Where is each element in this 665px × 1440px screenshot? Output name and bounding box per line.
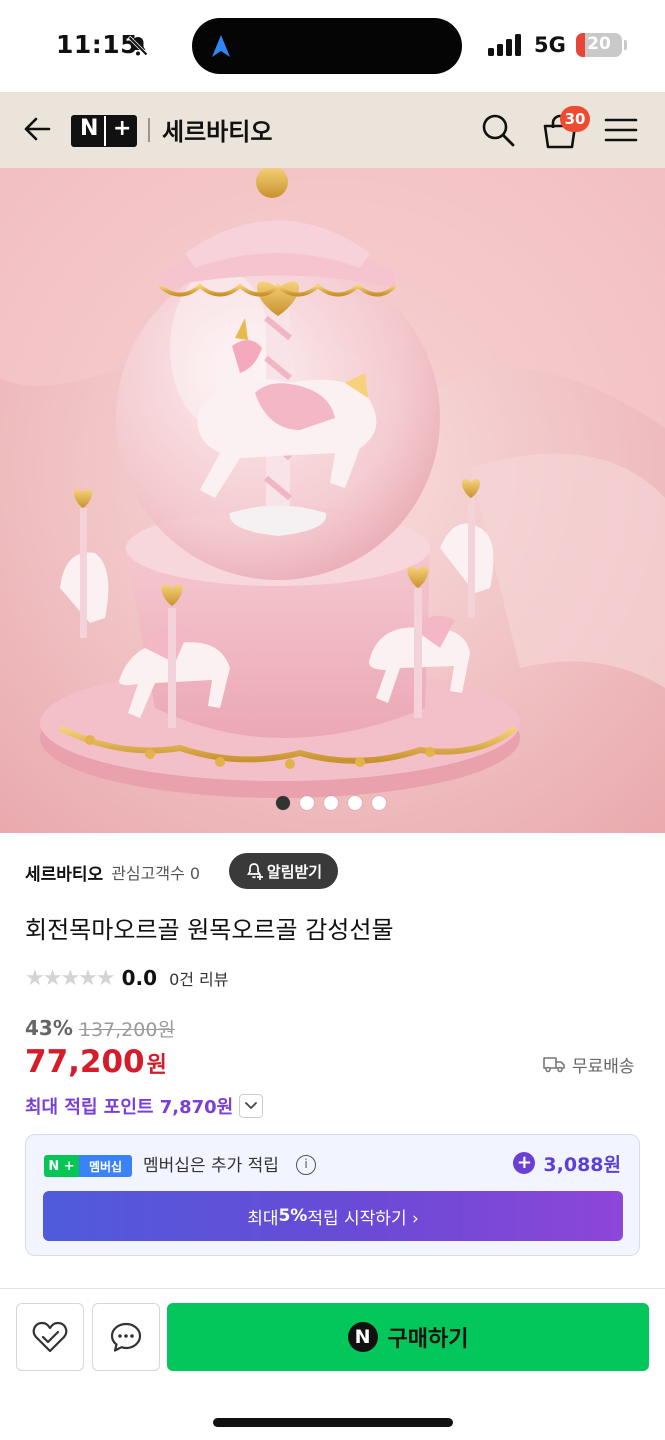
carousel-dot[interactable] xyxy=(300,796,314,810)
rating-row[interactable]: ★★★★★ 0.0 0건 리뷰 xyxy=(25,964,229,992)
info-icon[interactable]: i xyxy=(296,1155,316,1175)
chat-bubble-icon xyxy=(110,1322,142,1352)
home-indicator[interactable] xyxy=(213,1418,453,1427)
search-icon[interactable] xyxy=(480,112,516,148)
carousel-dot[interactable] xyxy=(348,796,362,810)
cart-count-badge: 30 xyxy=(560,106,590,132)
buy-button-label: 구매하기 xyxy=(387,1327,469,1352)
product-image[interactable] xyxy=(0,168,665,833)
carousel-dot[interactable] xyxy=(276,796,290,810)
store-info-row: 세르바티오 관심고객수 0 xyxy=(25,856,200,888)
logo-divider xyxy=(104,116,106,146)
carousel-music-box-illustration xyxy=(0,168,665,833)
store-name[interactable]: 세르바티오 xyxy=(25,860,103,885)
shipping-info: 무료배송 xyxy=(542,1052,635,1077)
bell-off-icon xyxy=(127,35,149,57)
battery-icon: 20 xyxy=(576,33,622,57)
location-arrow-icon xyxy=(212,35,230,57)
heart-check-icon xyxy=(32,1321,68,1353)
sale-price: 77,200 xyxy=(25,1044,145,1080)
store-title[interactable]: 세르바티오 xyxy=(162,112,272,147)
network-type: 5G xyxy=(534,33,566,57)
wishlist-button[interactable] xyxy=(16,1303,84,1371)
cellular-signal-icon xyxy=(488,34,521,56)
plus-circle-icon: + xyxy=(513,1152,536,1174)
logo-plus: + xyxy=(113,116,132,141)
product-title: 회전목마오르골 원목오르골 감성선물 xyxy=(25,916,394,944)
follower-count: 관심고객수 0 xyxy=(111,864,201,883)
naver-pay-icon: N xyxy=(347,1322,378,1352)
battery-nub xyxy=(624,40,627,50)
notify-button[interactable]: 알림받기 xyxy=(229,853,338,889)
dynamic-island xyxy=(192,18,462,74)
shipping-label: 무료배송 xyxy=(572,1056,635,1077)
buy-button[interactable]: N 구매하기 xyxy=(167,1303,649,1371)
truck-icon xyxy=(543,1057,565,1073)
membership-points: + 3,088원 xyxy=(513,1149,621,1177)
back-arrow-icon[interactable] xyxy=(22,114,52,144)
carousel-pagination[interactable] xyxy=(276,796,386,810)
points-row[interactable]: 최대 적립 포인트 7,870원 xyxy=(25,1092,264,1120)
currency-unit: 원 xyxy=(146,1053,167,1078)
carousel-dot[interactable] xyxy=(324,796,338,810)
original-price: 137,200원 xyxy=(78,1018,175,1041)
membership-text: 멤버십은 추가 적립 xyxy=(143,1156,279,1176)
points-expand-button[interactable] xyxy=(239,1094,264,1118)
naver-plus-logo[interactable]: N + xyxy=(71,115,137,147)
membership-button-prefix: 최대 xyxy=(247,1208,279,1229)
membership-start-button[interactable]: 최대 5% 적립 시작하기 › xyxy=(43,1191,623,1241)
naver-plus-membership-badge: N + 멤버십 xyxy=(44,1155,132,1177)
nav-separator xyxy=(148,118,150,142)
badge-label: 멤버십 xyxy=(88,1159,123,1174)
logo-n: N xyxy=(80,116,99,141)
discount-rate: 43% xyxy=(25,1016,73,1040)
badge-logo: N + xyxy=(48,1158,75,1174)
rating-stars: ★★★★★ xyxy=(25,965,116,991)
membership-points-value: 3,088원 xyxy=(543,1153,621,1176)
battery-level: 20 xyxy=(587,34,611,54)
notify-button-label: 알림받기 xyxy=(266,862,323,881)
menu-icon[interactable] xyxy=(604,116,638,144)
price-row: 77,200 원 xyxy=(25,1044,167,1084)
discount-row: 43% 137,200원 xyxy=(25,1014,175,1042)
status-bar: 11:15 5G 20 xyxy=(0,0,665,92)
bell-plus-icon xyxy=(246,863,263,880)
talk-button[interactable] xyxy=(92,1303,160,1371)
max-points: 최대 적립 포인트 7,870원 xyxy=(25,1097,234,1118)
membership-card: N + 멤버십 멤버십은 추가 적립 i + 3,088원 최대 5% 적립 시… xyxy=(25,1134,640,1256)
rating-value: 0.0 xyxy=(121,966,158,990)
chevron-down-icon xyxy=(245,1102,258,1110)
action-bar-divider xyxy=(0,1288,665,1289)
carousel-dot[interactable] xyxy=(372,796,386,810)
membership-button-rate: 5% xyxy=(278,1206,308,1226)
membership-button-suffix: 적립 시작하기 › xyxy=(307,1208,419,1229)
review-count[interactable]: 0건 리뷰 xyxy=(169,966,228,990)
